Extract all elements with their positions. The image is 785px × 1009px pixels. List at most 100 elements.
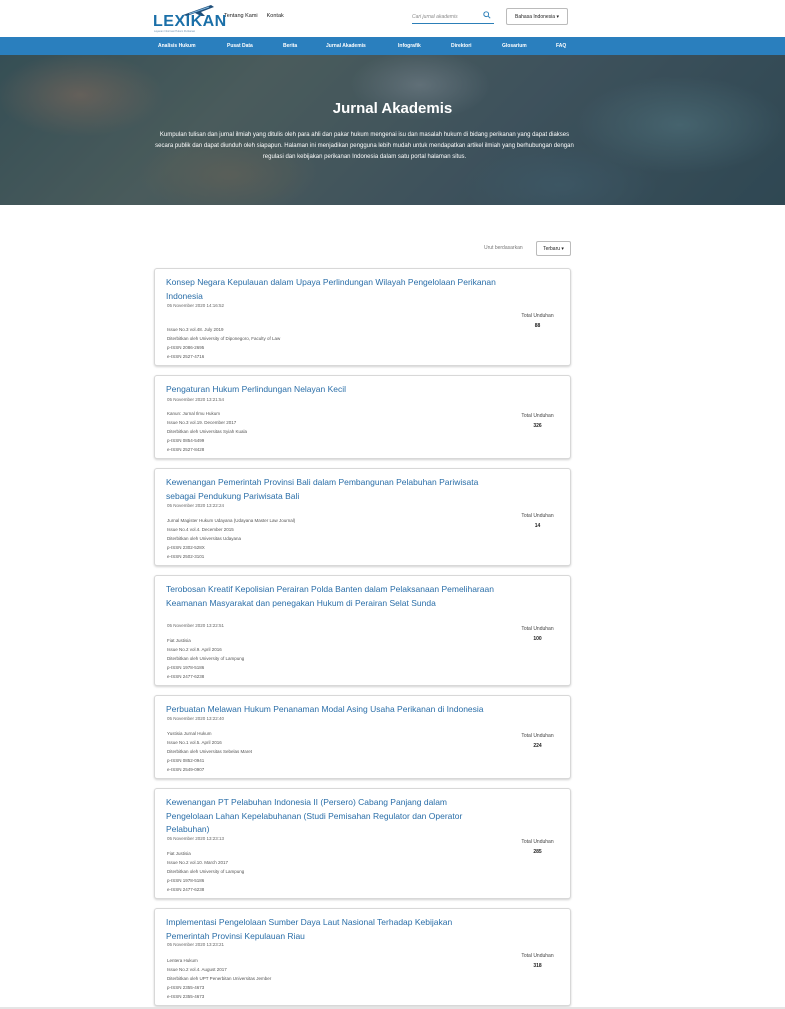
article-date: 05 November 2020 14:16:52 <box>167 303 225 308</box>
nav-faq[interactable]: FAQ <box>556 43 566 49</box>
meta-line: p-ISSN 2355-4673 <box>167 985 205 990</box>
meta-line: e-ISSN 2355-4673 <box>167 994 205 999</box>
article-title[interactable]: Konsep Negara Kepulauan dalam Upaya Perl… <box>166 276 496 303</box>
search-icon[interactable] <box>483 11 491 19</box>
link-about[interactable]: Tentang Kami <box>224 13 258 19</box>
meta-line: Yustisia Jurnal Hukum <box>167 731 212 736</box>
nav-analisis-hukum[interactable]: Analisis Hukum <box>158 43 196 49</box>
nav-infografik[interactable]: Infografik <box>398 43 421 49</box>
meta-line: Kanun: Jurnal Ilmu Hukum <box>167 411 221 416</box>
meta-line: Issue No.3 vol.48. July 2019 <box>167 327 224 332</box>
page-description: Kumpulan tulisan dan jurnal ilmiah yang … <box>155 132 574 160</box>
article-date: 05 November 2020 13:22:24 <box>167 503 225 508</box>
meta-line: p-ISSN 2302-528X <box>167 545 205 550</box>
download-stat: Total Unduhan 326 <box>505 413 570 429</box>
article-title[interactable]: Kewenangan PT Pelabuhan Indonesia II (Pe… <box>166 796 496 837</box>
article-title[interactable]: Kewenangan Pemerintah Provinsi Bali dala… <box>166 476 496 503</box>
stat-label: Total Unduhan <box>521 513 554 519</box>
nav-pusat-data[interactable]: Pusat Data <box>227 43 253 49</box>
meta-line: Diterbitkan oleh Universitas Udayana <box>167 536 242 541</box>
meta-line: p-ISSN 1978-5186 <box>167 878 205 883</box>
meta-line: Jurnal Magister Hukum Udayana (Udayana M… <box>167 518 296 523</box>
nav-direktori[interactable]: Direktori <box>451 43 472 49</box>
download-count: 285 <box>533 849 542 855</box>
link-contact[interactable]: Kontak <box>267 13 284 19</box>
search-box <box>412 9 494 24</box>
sort-dropdown[interactable]: Terbaru ▾ <box>536 241 571 256</box>
meta-line: p-ISSN 2086-2695 <box>167 345 205 350</box>
meta-line: e-ISSN 2527-4716 <box>167 354 205 359</box>
article-date: 05 November 2020 13:23:13 <box>167 836 225 841</box>
meta-line: p-ISSN 0852-0941 <box>167 758 205 763</box>
meta-line: Diterbitkan oleh University of Lampung <box>167 869 245 874</box>
logo-text: LEXIKAN <box>153 13 227 30</box>
download-stat: Total Unduhan 224 <box>505 733 570 749</box>
download-stat: Total Unduhan 318 <box>505 953 570 969</box>
nav-jurnal-akademis[interactable]: Jurnal Akademis <box>326 43 366 49</box>
stat-label: Total Unduhan <box>521 626 554 632</box>
meta-line: Diterbitkan oleh University of Diponegor… <box>167 336 281 341</box>
article-meta: Fiat Justisia Issue No.2 vol.10. March 2… <box>167 849 244 894</box>
download-count: 100 <box>533 636 542 642</box>
download-stat: Total Unduhan 14 <box>505 513 570 529</box>
article-date: 05 November 2020 13:22:51 <box>167 623 225 628</box>
lexikan-logo[interactable]: LEXIKAN Layanan Informasi Hukum Perikana… <box>153 3 226 33</box>
article-date: 05 November 2020 13:23:21 <box>167 942 225 947</box>
article-card: Terobosan Kreatif Kepolisian Perairan Po… <box>154 575 571 686</box>
meta-line: e-ISSN 2549-0907 <box>167 767 205 772</box>
top-header: LEXIKAN Layanan Informasi Hukum Perikana… <box>0 0 785 37</box>
download-stat: Total Unduhan 100 <box>505 626 570 642</box>
download-count: 224 <box>533 743 542 749</box>
article-title[interactable]: Terobosan Kreatif Kepolisian Perairan Po… <box>166 583 496 610</box>
sort-label: Urut berdasarkan <box>484 245 523 251</box>
article-card: Kewenangan PT Pelabuhan Indonesia II (Pe… <box>154 788 571 899</box>
stat-label: Total Unduhan <box>521 839 554 845</box>
top-links: Tentang Kami Kontak <box>224 13 284 19</box>
meta-line: Diterbitkan oleh UPT Penerbitan Universi… <box>167 976 272 981</box>
article-meta: Fiat Justisia Issue No.2 vol.9. April 20… <box>167 636 244 681</box>
meta-line: Lentera Hukum <box>167 958 198 963</box>
main-nav: Analisis Hukum Pusat Data Berita Jurnal … <box>0 37 785 55</box>
article-card: Kewenangan Pemerintah Provinsi Bali dala… <box>154 468 571 566</box>
stat-label: Total Unduhan <box>521 733 554 739</box>
meta-line: Issue No.2 vol.9. April 2016 <box>167 647 222 652</box>
hero-banner: Jurnal Akademis Kumpulan tulisan dan jur… <box>0 55 785 205</box>
meta-line: e-ISSN 2502-3101 <box>167 554 205 559</box>
article-title[interactable]: Implementasi Pengelolaan Sumber Daya Lau… <box>166 916 496 943</box>
meta-line: Diterbitkan oleh Universitas Syiah Kuala <box>167 429 248 434</box>
article-meta: Lentera Hukum Issue No.2 vol.4. August 2… <box>167 956 271 1001</box>
meta-line: Issue No.3 vol.19. December 2017 <box>167 420 237 425</box>
meta-line: e-ISSN 2477-6238 <box>167 674 205 679</box>
meta-line: Issue No.2 vol.4. August 2017 <box>167 967 227 972</box>
download-count: 318 <box>533 963 542 969</box>
article-card: Implementasi Pengelolaan Sumber Daya Lau… <box>154 908 571 1006</box>
meta-line: Diterbitkan oleh Universitas Sebelas Mar… <box>167 749 253 754</box>
meta-line: p-ISSN 0854-5499 <box>167 438 205 443</box>
meta-line: Fiat Justisia <box>167 638 191 643</box>
meta-line: Fiat Justisia <box>167 851 191 856</box>
search-input[interactable] <box>412 10 482 23</box>
meta-line: p-ISSN 1978-5186 <box>167 665 205 670</box>
language-dropdown[interactable]: Bahasa Indonesia ▾ <box>506 8 568 25</box>
stat-label: Total Unduhan <box>521 953 554 959</box>
page-title: Jurnal Akademis <box>332 100 453 117</box>
article-meta: Yustisia Jurnal Hukum Issue No.1 vol.5. … <box>167 729 252 774</box>
article-card: Pengaturan Hukum Perlindungan Nelayan Ke… <box>154 375 571 459</box>
meta-line: Diterbitkan oleh University of Lampung <box>167 656 245 661</box>
meta-line: Issue No.4 vol.4. December 2015 <box>167 527 234 532</box>
meta-line: e-ISSN 2477-6238 <box>167 887 205 892</box>
article-title[interactable]: Pengaturan Hukum Perlindungan Nelayan Ke… <box>166 383 496 397</box>
article-meta: Kanun: Jurnal Ilmu Hukum Issue No.3 vol.… <box>167 409 247 454</box>
stat-label: Total Unduhan <box>521 413 554 419</box>
meta-line: Issue No.1 vol.5. April 2016 <box>167 740 222 745</box>
stat-label: Total Unduhan <box>521 313 554 319</box>
nav-glosarium[interactable]: Glosarium <box>502 43 527 49</box>
download-stat: Total Unduhan 285 <box>505 839 570 855</box>
nav-berita[interactable]: Berita <box>283 43 297 49</box>
article-title[interactable]: Perbuatan Melawan Hukum Penanaman Modal … <box>166 703 496 717</box>
download-count: 326 <box>533 423 542 429</box>
download-stat: Total Unduhan 88 <box>505 313 570 329</box>
article-meta: Jurnal Magister Hukum Udayana (Udayana M… <box>167 516 295 561</box>
article-meta: Issue No.3 vol.48. July 2019 Diterbitkan… <box>167 325 280 361</box>
meta-line: e-ISSN 2527-8428 <box>167 447 205 452</box>
